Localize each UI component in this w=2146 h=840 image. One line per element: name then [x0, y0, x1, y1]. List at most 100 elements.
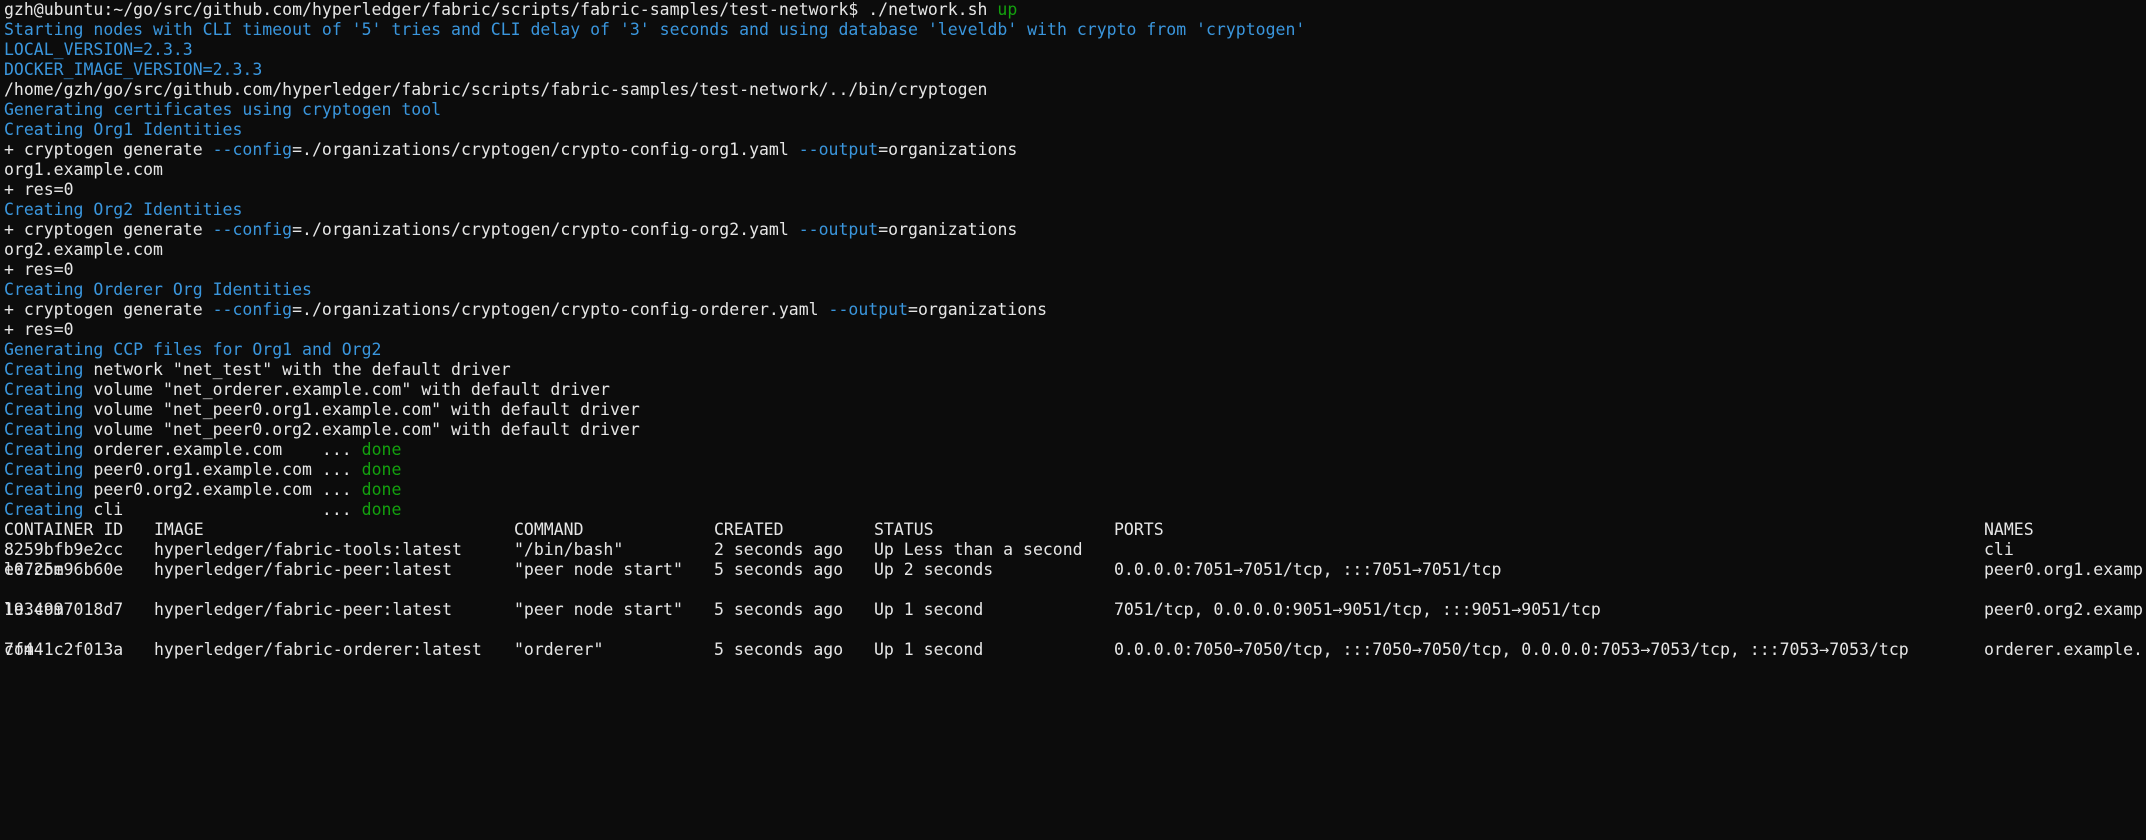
output-line: Starting nodes with CLI timeout of '5' t… [4, 20, 1306, 39]
container-status: Up Less than a second [874, 540, 1083, 559]
cmd-part: =organizations [878, 140, 1018, 159]
output-text: peer0.org1.example.com ... [83, 460, 362, 479]
cmd-flag: --output [798, 140, 879, 159]
output-line: Creating Org2 Identities [4, 200, 243, 219]
docker-ps-header: CONTAINER ID IMAGE COMMAND CREATED STATU… [4, 520, 2146, 540]
cmd-part: + cryptogen generate [4, 300, 213, 319]
container-name-wrap: com [4, 640, 34, 659]
cmd-flag: --config [212, 300, 293, 319]
prompt-line: gzh@ubuntu:~/go/src/github.com/hyperledg… [4, 0, 2146, 20]
done-status: done [361, 480, 402, 499]
header-names: NAMES [1984, 520, 2034, 539]
container-status: Up 1 second [874, 600, 984, 619]
cmd-part: =./organizations/cryptogen/crypto-config… [292, 300, 829, 319]
output-line: Creating volume "net_orderer.example.com… [4, 380, 2146, 400]
container-status: Up 1 second [874, 640, 984, 659]
container-ports: 7051/tcp, 0.0.0.0:9051→9051/tcp, :::9051… [1114, 600, 1601, 619]
output-line: + cryptogen generate --config=./organiza… [4, 300, 2146, 320]
container-created: 5 seconds ago [714, 600, 844, 619]
output-text: volume "net_orderer.example.com" with de… [83, 380, 610, 399]
container-command: "peer node start" [514, 560, 683, 579]
table-row: 1934997018d7 hyperledger/fabric-peer:lat… [4, 600, 2146, 640]
cmd-flag: --output [828, 300, 909, 319]
cmd-part: + cryptogen generate [4, 220, 213, 239]
creating-word: Creating [4, 480, 84, 499]
output-line: Creating volume "net_peer0.org1.example.… [4, 400, 2146, 420]
cmd-part: =organizations [878, 220, 1018, 239]
output-text: volume "net_peer0.org2.example.com" with… [83, 420, 640, 439]
cmd-part: + cryptogen generate [4, 140, 213, 159]
output-line: Creating orderer.example.com ... done [4, 440, 2146, 460]
creating-word: Creating [4, 440, 84, 459]
output-line: Creating Orderer Org Identities [4, 280, 312, 299]
header-image: IMAGE [154, 520, 204, 539]
output-line: + cryptogen generate --config=./organiza… [4, 140, 2146, 160]
container-name: peer0.org1.examp [1984, 560, 2143, 579]
cmd-flag: --config [212, 220, 293, 239]
creating-word: Creating [4, 460, 84, 479]
creating-word: Creating [4, 400, 84, 419]
command-arg: up [997, 0, 1018, 19]
creating-word: Creating [4, 360, 84, 379]
cmd-flag: --output [798, 220, 879, 239]
output-line: Creating cli ... done [4, 500, 2146, 520]
container-image: hyperledger/fabric-peer:latest [154, 600, 453, 619]
output-line: Creating Org1 Identities [4, 120, 243, 139]
output-line: Creating peer0.org2.example.com ... done [4, 480, 2146, 500]
container-created: 5 seconds ago [714, 560, 844, 579]
container-created: 2 seconds ago [714, 540, 844, 559]
container-id: 8259bfb9e2cc [4, 540, 124, 559]
output-text: network "net_test" with the default driv… [83, 360, 511, 379]
output-line: Generating CCP files for Org1 and Org2 [4, 340, 382, 359]
output-line: Generating certificates using cryptogen … [4, 100, 442, 119]
container-image: hyperledger/fabric-orderer:latest [154, 640, 482, 659]
output-text: volume "net_peer0.org1.example.com" with… [83, 400, 640, 419]
container-created: 5 seconds ago [714, 640, 844, 659]
container-status: Up 2 seconds [874, 560, 994, 579]
container-ports: 0.0.0.0:7051→7051/tcp, :::7051→7051/tcp [1114, 560, 1502, 579]
output-line: + res=0 [4, 180, 74, 199]
creating-word: Creating [4, 380, 84, 399]
container-name: orderer.example. [1984, 640, 2143, 659]
creating-word: Creating [4, 500, 84, 519]
output-line: + res=0 [4, 260, 74, 279]
cmd-part: =organizations [908, 300, 1048, 319]
header-container-id: CONTAINER ID [4, 520, 124, 539]
container-command: "peer node start" [514, 600, 683, 619]
container-name-wrap: le.com [4, 600, 64, 619]
table-row: 8259bfb9e2cc hyperledger/fabric-tools:la… [4, 540, 2146, 560]
output-line: LOCAL_VERSION=2.3.3 [4, 40, 193, 59]
container-image: hyperledger/fabric-peer:latest [154, 560, 453, 579]
table-row: e0725e96b60e hyperledger/fabric-peer:lat… [4, 560, 2146, 600]
container-ports: 0.0.0.0:7050→7050/tcp, :::7050→7050/tcp,… [1114, 640, 1909, 659]
cmd-flag: --config [212, 140, 293, 159]
container-command: "/bin/bash" [514, 540, 624, 559]
header-created: CREATED [714, 520, 784, 539]
output-line: + res=0 [4, 320, 74, 339]
output-line: Creating volume "net_peer0.org2.example.… [4, 420, 2146, 440]
header-command: COMMAND [514, 520, 584, 539]
terminal-window[interactable]: gzh@ubuntu:~/go/src/github.com/hyperledg… [0, 0, 2146, 680]
header-ports: PORTS [1114, 520, 1164, 539]
output-line: org1.example.com [4, 160, 163, 179]
shell-prompt: gzh@ubuntu:~/go/src/github.com/hyperledg… [4, 0, 869, 19]
container-image: hyperledger/fabric-tools:latest [154, 540, 462, 559]
output-text: cli ... [83, 500, 362, 519]
header-status: STATUS [874, 520, 934, 539]
done-status: done [361, 500, 402, 519]
output-line: DOCKER_IMAGE_VERSION=2.3.3 [4, 60, 263, 79]
output-line: org2.example.com [4, 240, 163, 259]
done-status: done [361, 440, 402, 459]
table-row: 7f441c2f013a hyperledger/fabric-orderer:… [4, 640, 2146, 680]
cmd-part: =./organizations/cryptogen/crypto-config… [292, 220, 799, 239]
creating-word: Creating [4, 420, 84, 439]
cmd-part: =./organizations/cryptogen/crypto-config… [292, 140, 799, 159]
container-name: peer0.org2.examp [1984, 600, 2143, 619]
docker-ps-table: CONTAINER ID IMAGE COMMAND CREATED STATU… [4, 520, 2146, 680]
done-status: done [361, 460, 402, 479]
container-command: "orderer" [514, 640, 604, 659]
command-text: ./network.sh [868, 0, 998, 19]
output-text: peer0.org2.example.com ... [83, 480, 362, 499]
container-name-wrap: le.com [4, 560, 64, 579]
output-line: + cryptogen generate --config=./organiza… [4, 220, 2146, 240]
